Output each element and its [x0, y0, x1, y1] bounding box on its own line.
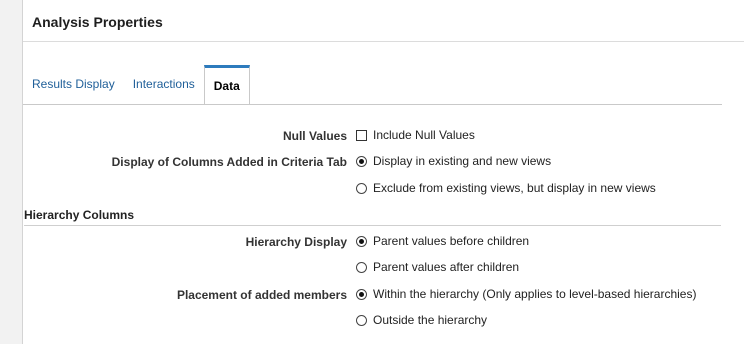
dialog-header: Analysis Properties — [23, 0, 744, 42]
radio-button[interactable] — [356, 261, 367, 273]
hierarchy-display-label: Hierarchy Display — [245, 235, 347, 249]
columns-added-label: Display of Columns Added in Criteria Tab — [111, 155, 347, 169]
null-values-row: Null Values Include Null Values — [23, 126, 722, 146]
checkbox-box[interactable] — [356, 129, 367, 141]
exclude-existing-radio[interactable]: Exclude from existing views, but display… — [356, 181, 656, 195]
parent-before-children-text: Parent values before children — [373, 234, 530, 248]
radio-button[interactable] — [356, 235, 367, 247]
parent-before-children-radio[interactable]: Parent values before children — [356, 234, 529, 248]
display-existing-new-text: Display in existing and new views — [373, 154, 552, 168]
parent-after-children-radio[interactable]: Parent values after children — [356, 260, 519, 274]
hierarchy-columns-header: Hierarchy Columns — [24, 207, 721, 226]
placement-row-2: Outside the hierarchy — [23, 311, 722, 331]
within-hierarchy-radio[interactable]: Within the hierarchy (Only applies to le… — [356, 287, 696, 301]
dialog-title: Analysis Properties — [32, 14, 163, 30]
include-null-values-text: Include Null Values — [373, 128, 475, 142]
placement-label: Placement of added members — [176, 288, 347, 302]
exclude-existing-text: Exclude from existing views, but display… — [373, 181, 656, 195]
radio-button[interactable] — [356, 314, 367, 326]
parent-after-children-text: Parent values after children — [373, 260, 520, 274]
tab-data[interactable]: Data — [203, 65, 250, 105]
outside-hierarchy-radio[interactable]: Outside the hierarchy — [356, 313, 487, 327]
include-null-values-checkbox[interactable]: Include Null Values — [356, 128, 475, 142]
radio-button[interactable] — [356, 182, 367, 194]
tab-results-display[interactable]: Results Display — [23, 64, 124, 104]
tab-interactions[interactable]: Interactions — [124, 64, 204, 104]
null-values-label: Null Values — [282, 129, 347, 143]
radio-button[interactable] — [356, 288, 367, 300]
outside-hierarchy-text: Outside the hierarchy — [373, 313, 488, 327]
tab-bar: Results Display Interactions Data — [23, 64, 250, 105]
display-existing-new-radio[interactable]: Display in existing and new views — [356, 154, 551, 168]
hierarchy-display-row: Hierarchy Display Parent values before c… — [23, 232, 722, 252]
placement-row: Placement of added members Within the hi… — [23, 285, 722, 305]
radio-button[interactable] — [356, 155, 367, 167]
hierarchy-display-row-2: Parent values after children — [23, 258, 722, 278]
columns-added-row: Display of Columns Added in Criteria Tab… — [23, 152, 722, 172]
tab-panel-border — [23, 104, 722, 105]
columns-added-row-2: Exclude from existing views, but display… — [23, 179, 722, 199]
within-hierarchy-text: Within the hierarchy (Only applies to le… — [373, 287, 697, 301]
